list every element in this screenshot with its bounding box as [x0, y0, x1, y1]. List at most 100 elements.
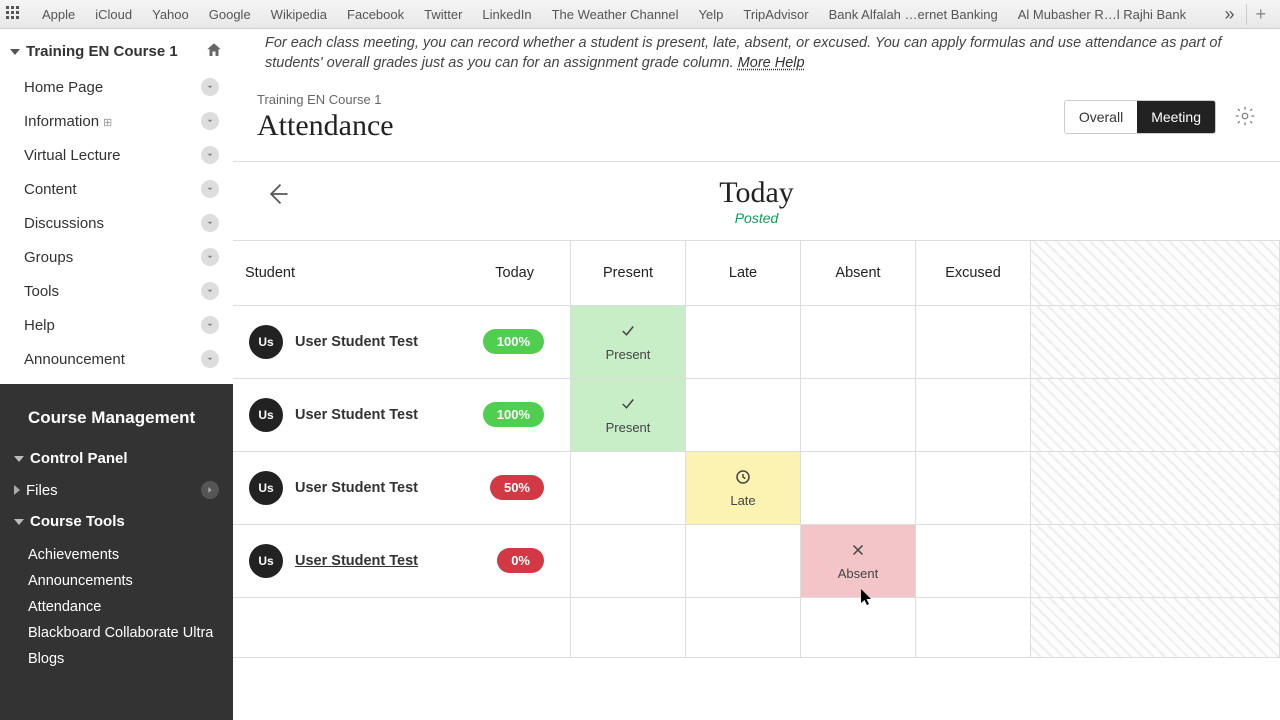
score-pill: 100% — [483, 329, 544, 354]
extra-cell — [1031, 379, 1280, 451]
col-excused: Excused — [916, 241, 1031, 305]
sidebar-item-label: Virtual Lecture — [24, 147, 120, 164]
extra-cell — [1031, 306, 1280, 378]
intro-text: For each class meeting, you can record w… — [233, 29, 1280, 84]
bookmark-link[interactable]: Bank Alfalah …ernet Banking — [819, 7, 1008, 22]
collapse-icon — [10, 49, 20, 55]
tool-item[interactable]: Achievements — [0, 542, 233, 568]
expand-icon — [14, 485, 20, 495]
sidebar-item[interactable]: Virtual Lecture — [8, 138, 225, 172]
status-cell-present[interactable]: Present — [571, 306, 686, 378]
student-cell[interactable]: UsUser Student Test0% — [233, 525, 571, 597]
chevron-down-icon[interactable] — [201, 112, 219, 130]
control-panel-label: Control Panel — [30, 450, 219, 467]
sidebar-item-label: Discussions — [24, 215, 104, 232]
new-tab-button[interactable]: + — [1246, 4, 1274, 25]
avatar: Us — [249, 398, 283, 432]
chevron-down-icon[interactable] — [201, 180, 219, 198]
status-cell-excused[interactable] — [916, 525, 1031, 597]
score-pill: 50% — [490, 475, 544, 500]
col-student: Student — [245, 265, 295, 281]
go-icon[interactable] — [201, 481, 219, 499]
bookmark-link[interactable]: TripAdvisor — [733, 7, 818, 22]
student-name: User Student Test — [295, 334, 483, 350]
status-cell-absent[interactable] — [801, 452, 916, 524]
bookmark-link[interactable]: Facebook — [337, 7, 414, 22]
student-cell[interactable]: UsUser Student Test50% — [233, 452, 571, 524]
sidebar-item[interactable]: Tools — [8, 274, 225, 308]
bookmark-link[interactable]: The Weather Channel — [542, 7, 689, 22]
control-panel-row[interactable]: Control Panel — [0, 442, 233, 475]
sidebar-item[interactable]: Information⊞ — [8, 104, 225, 138]
student-cell[interactable]: UsUser Student Test100% — [233, 379, 571, 451]
tool-item[interactable]: Blackboard Collaborate Ultra — [0, 620, 233, 646]
chevron-down-icon[interactable] — [201, 78, 219, 96]
bookmark-link[interactable]: Apple — [32, 7, 85, 22]
status-cell-late[interactable] — [686, 306, 801, 378]
files-row[interactable]: Files — [0, 475, 233, 505]
status-cell-late[interactable] — [686, 525, 801, 597]
status-cell-present[interactable] — [571, 452, 686, 524]
status-label: Present — [606, 420, 651, 435]
chevron-down-icon[interactable] — [201, 350, 219, 368]
present-icon — [619, 395, 637, 416]
tool-item[interactable]: Announcements — [0, 568, 233, 594]
bookmark-link[interactable]: Al Mubasher R…l Rajhi Bank — [1008, 7, 1196, 22]
course-title-row[interactable]: Training EN Course 1 — [0, 29, 233, 70]
course-title: Training EN Course 1 — [26, 43, 205, 60]
bookmark-link[interactable]: Wikipedia — [261, 7, 337, 22]
status-cell-late[interactable]: Late — [686, 452, 801, 524]
previous-day-arrow[interactable] — [263, 180, 291, 211]
chevron-down-icon[interactable] — [201, 282, 219, 300]
extra-cell — [1031, 452, 1280, 524]
page-header: Training EN Course 1 Attendance Overall … — [233, 84, 1280, 162]
status-cell-present[interactable]: Present — [571, 379, 686, 451]
sidebar-item[interactable]: Help — [8, 308, 225, 342]
status-cell-excused[interactable] — [916, 452, 1031, 524]
bookmarks-overflow[interactable]: » — [1216, 4, 1242, 25]
status-cell-present[interactable] — [571, 525, 686, 597]
sidebar-item[interactable]: Home Page — [8, 70, 225, 104]
avatar: Us — [249, 471, 283, 505]
status-cell-excused[interactable] — [916, 306, 1031, 378]
table-row: UsUser Student Test100% Present — [233, 379, 1280, 452]
chevron-down-icon[interactable] — [201, 316, 219, 334]
sidebar-item[interactable]: Groups — [8, 240, 225, 274]
student-cell[interactable]: UsUser Student Test100% — [233, 306, 571, 378]
sidebar-item[interactable]: Announcement — [8, 342, 225, 376]
student-name: User Student Test — [295, 553, 497, 569]
collapse-icon — [14, 456, 24, 462]
tool-item[interactable]: Blogs — [0, 646, 233, 672]
status-label: Late — [730, 493, 755, 508]
settings-gear-icon[interactable] — [1234, 105, 1256, 130]
table-row: UsUser Student Test100%Present — [233, 306, 1280, 379]
more-help-link[interactable]: More Help — [738, 55, 805, 71]
apps-grid-icon[interactable] — [6, 6, 22, 22]
sidebar-item[interactable]: Discussions — [8, 206, 225, 240]
course-management-panel: Course Management Control Panel Files Co… — [0, 384, 233, 720]
bookmark-link[interactable]: iCloud — [85, 7, 142, 22]
chevron-down-icon[interactable] — [201, 214, 219, 232]
bookmarks-bar: AppleiCloudYahooGoogleWikipediaFacebookT… — [0, 0, 1280, 29]
table-row: UsUser Student Test50% Late — [233, 452, 1280, 525]
toggle-meeting[interactable]: Meeting — [1137, 101, 1215, 133]
status-cell-absent[interactable] — [801, 379, 916, 451]
view-toggle: Overall Meeting — [1064, 100, 1216, 134]
bookmark-link[interactable]: LinkedIn — [472, 7, 541, 22]
bookmark-link[interactable]: Yahoo — [142, 7, 199, 22]
bookmark-link[interactable]: Google — [199, 7, 261, 22]
bookmark-link[interactable]: Twitter — [414, 7, 472, 22]
bookmark-link[interactable]: Yelp — [689, 7, 734, 22]
status-cell-excused[interactable] — [916, 379, 1031, 451]
status-cell-late[interactable] — [686, 379, 801, 451]
toggle-overall[interactable]: Overall — [1065, 101, 1137, 133]
tool-item[interactable]: Attendance — [0, 594, 233, 620]
status-cell-absent[interactable] — [801, 306, 916, 378]
status-cell-absent[interactable]: Absent — [801, 525, 916, 597]
sidebar-item[interactable]: Content — [8, 172, 225, 206]
course-tools-row[interactable]: Course Tools — [0, 505, 233, 538]
home-icon[interactable] — [205, 41, 223, 62]
chevron-down-icon[interactable] — [201, 248, 219, 266]
sidebar-item-label: Content — [24, 181, 77, 198]
chevron-down-icon[interactable] — [201, 146, 219, 164]
